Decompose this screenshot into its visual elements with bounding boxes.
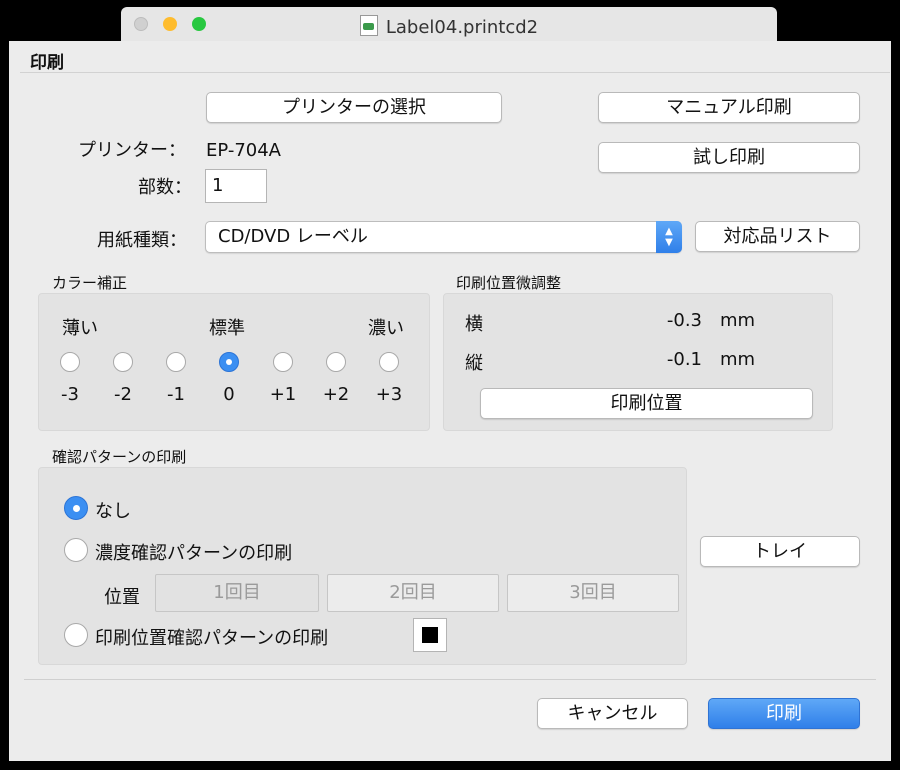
- pattern-position-label[interactable]: 印刷位置確認パターンの印刷: [95, 624, 328, 650]
- window-title: Label04.printcd2: [121, 15, 777, 38]
- printer-label: プリンター：: [78, 140, 186, 161]
- horizontal-label: 横: [465, 314, 483, 335]
- color-option-label: +1: [269, 384, 297, 405]
- document-icon: [359, 15, 378, 36]
- round-2-button[interactable]: 2回目: [327, 574, 499, 612]
- position-adjust-title: 印刷位置微調整: [456, 274, 562, 292]
- color-option-label: +2: [322, 384, 350, 405]
- vertical-value: -0.1: [666, 349, 702, 370]
- printer-name: EP-704A: [206, 140, 281, 161]
- chevron-up-down-icon[interactable]: ▲ ▼: [656, 221, 682, 253]
- pattern-density-radio[interactable]: [64, 538, 88, 562]
- test-print-button[interactable]: 試し印刷: [598, 142, 860, 173]
- color-option-label: -2: [114, 384, 132, 405]
- color-radio-minus3[interactable]: [60, 352, 80, 372]
- color-correction-title: カラー補正: [52, 274, 128, 292]
- color-swatch[interactable]: [413, 618, 447, 652]
- copies-input[interactable]: 1: [205, 169, 267, 203]
- copies-label: 部数：: [138, 177, 192, 198]
- color-option-label: -3: [61, 384, 79, 405]
- horizontal-unit: mm: [720, 310, 756, 331]
- paper-type-value: CD/DVD レーベル: [218, 226, 368, 247]
- footer-divider: [24, 679, 876, 680]
- round-3-button[interactable]: 3回目: [507, 574, 679, 612]
- cancel-button[interactable]: キャンセル: [537, 698, 688, 729]
- manual-print-button[interactable]: マニュアル印刷: [598, 92, 860, 123]
- tray-button[interactable]: トレイ: [700, 536, 860, 567]
- pattern-none-label[interactable]: なし: [95, 497, 131, 523]
- print-button[interactable]: 印刷: [708, 698, 860, 729]
- sheet-title: 印刷: [30, 53, 64, 73]
- pattern-density-label[interactable]: 濃度確認パターンの印刷: [95, 539, 292, 565]
- check-pattern-title: 確認パターンの印刷: [52, 448, 187, 466]
- print-position-button[interactable]: 印刷位置: [480, 388, 813, 419]
- color-radio-minus1[interactable]: [166, 352, 186, 372]
- color-radio-plus2[interactable]: [326, 352, 346, 372]
- color-radio-minus2[interactable]: [113, 352, 133, 372]
- vertical-unit: mm: [720, 349, 756, 370]
- color-radio-plus1[interactable]: [273, 352, 293, 372]
- color-radio-plus3[interactable]: [379, 352, 399, 372]
- pattern-position-radio[interactable]: [64, 623, 88, 647]
- horizontal-value: -0.3: [666, 310, 702, 331]
- dark-label: 濃い: [368, 318, 404, 339]
- color-option-label: 0: [223, 384, 235, 405]
- divider: [20, 72, 890, 73]
- round-1-button[interactable]: 1回目: [155, 574, 319, 612]
- window-titlebar[interactable]: Label04.printcd2: [121, 7, 777, 42]
- paper-type-select[interactable]: CD/DVD レーベル ▲ ▼: [205, 221, 682, 253]
- color-option-label: -1: [167, 384, 185, 405]
- paper-type-label: 用紙種類：: [97, 230, 187, 251]
- vertical-label: 縦: [465, 353, 483, 374]
- light-label: 薄い: [62, 318, 98, 339]
- color-option-label: +3: [375, 384, 403, 405]
- select-printer-button[interactable]: プリンターの選択: [206, 92, 502, 123]
- color-radio-0[interactable]: [219, 352, 239, 372]
- compatible-list-button[interactable]: 対応品リスト: [695, 221, 860, 252]
- pattern-none-radio[interactable]: [64, 496, 88, 520]
- window-title-text: Label04.printcd2: [385, 17, 539, 38]
- standard-label: 標準: [209, 318, 245, 339]
- position-row-label: 位置: [104, 587, 140, 608]
